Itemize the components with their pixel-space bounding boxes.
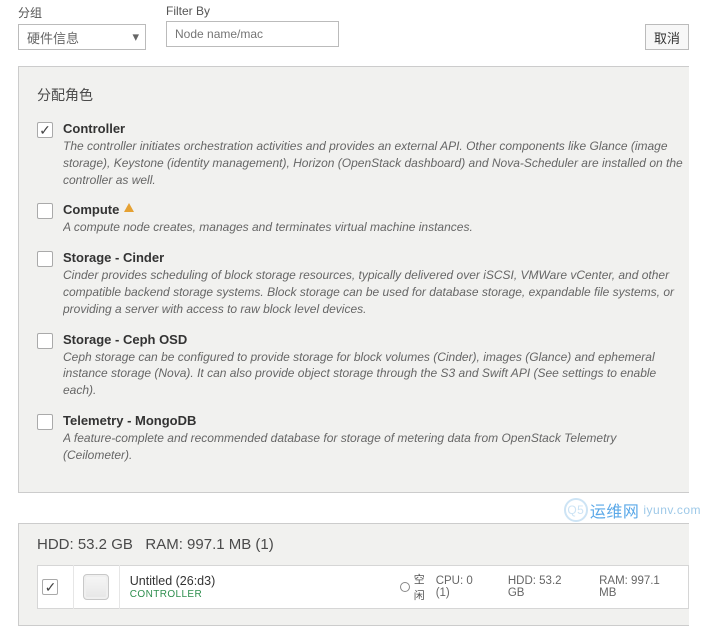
role-item[interactable]: Compute A compute node creates, manages a… <box>37 202 689 236</box>
chevron-down-icon: ▾ <box>132 29 139 45</box>
role-checkbox[interactable] <box>37 203 53 219</box>
group-label: 分组 <box>18 4 146 21</box>
node-stats: CPU: 0 (1) HDD: 53.2 GB RAM: 997.1 MB <box>436 575 688 599</box>
role-checkbox[interactable] <box>37 414 53 430</box>
node-title: Untitled (26:d3) <box>130 574 270 588</box>
role-name: Compute <box>63 202 689 217</box>
warning-icon <box>124 203 134 212</box>
cancel-button[interactable]: 取消 <box>645 24 689 50</box>
role-desc: Ceph storage can be configured to provid… <box>63 349 689 399</box>
watermark: Q5 运维网 iyunv.com <box>564 498 701 522</box>
watermark-domain: iyunv.com <box>643 503 701 517</box>
role-name: Storage - Cinder <box>63 250 689 265</box>
role-checkbox[interactable] <box>37 251 53 267</box>
node-icon-cell <box>74 565 120 609</box>
watermark-text: 运维网 <box>590 498 640 522</box>
status-dot-icon <box>400 582 410 592</box>
role-body: Controller The controller initiates orche… <box>63 121 689 188</box>
node-checkbox[interactable] <box>42 579 58 595</box>
node-filter-input[interactable] <box>166 21 339 47</box>
server-icon <box>83 574 109 600</box>
role-checkbox[interactable] <box>37 122 53 138</box>
role-body: Storage - Cinder Cinder provides scheduli… <box>63 250 689 317</box>
role-item[interactable]: Controller The controller initiates orche… <box>37 121 689 188</box>
assign-roles-panel: 分配角色 Controller The controller initiates … <box>18 66 689 493</box>
summary-ram: RAM: 997.1 MB (1) <box>145 536 273 553</box>
filter-by: Filter By <box>166 4 339 47</box>
role-item[interactable]: Telemetry - MongoDB A feature-complete an… <box>37 413 689 464</box>
group-value: 硬件信息 <box>27 28 79 47</box>
nodes-panel: HDD: 53.2 GB RAM: 997.1 MB (1) Untitled … <box>18 523 689 626</box>
nodes-summary: HDD: 53.2 GB RAM: 997.1 MB (1) <box>37 536 689 553</box>
node-main: Untitled (26:d3) CONTROLLER <box>120 574 280 600</box>
role-name: Telemetry - MongoDB <box>63 413 689 428</box>
node-ram: RAM: 997.1 MB <box>599 575 680 599</box>
node-cpu: CPU: 0 (1) <box>436 575 490 599</box>
role-checkbox[interactable] <box>37 333 53 349</box>
role-name: Controller <box>63 121 689 136</box>
summary-hdd: HDD: 53.2 GB <box>37 536 133 553</box>
node-hdd: HDD: 53.2 GB <box>508 575 581 599</box>
role-desc: Cinder provides scheduling of block stor… <box>63 267 689 317</box>
group-filter: 分组 硬件信息 ▾ <box>18 4 146 50</box>
role-item[interactable]: Storage - Ceph OSD Ceph storage can be co… <box>37 332 689 399</box>
role-item[interactable]: Storage - Cinder Cinder provides scheduli… <box>37 250 689 317</box>
group-select[interactable]: 硬件信息 ▾ <box>18 24 146 50</box>
role-body: Compute A compute node creates, manages a… <box>63 202 689 236</box>
node-status-text: 空闲 <box>414 571 436 603</box>
watermark-icon: Q5 <box>564 498 588 522</box>
filter-by-label: Filter By <box>166 4 339 18</box>
filter-bar: 分组 硬件信息 ▾ Filter By 取消 <box>0 0 707 60</box>
node-row[interactable]: Untitled (26:d3) CONTROLLER 空闲 CPU: 0 (1… <box>37 565 689 609</box>
role-body: Telemetry - MongoDB A feature-complete an… <box>63 413 689 464</box>
node-checkbox-cell[interactable] <box>38 565 74 609</box>
node-status: 空闲 <box>400 571 436 603</box>
role-desc: A compute node creates, manages and term… <box>63 219 689 236</box>
role-name: Storage - Ceph OSD <box>63 332 689 347</box>
node-role-tag: CONTROLLER <box>130 589 270 600</box>
role-desc: The controller initiates orchestration a… <box>63 138 689 188</box>
role-desc: A feature-complete and recommended datab… <box>63 430 689 464</box>
panel-title: 分配角色 <box>37 85 689 105</box>
role-body: Storage - Ceph OSD Ceph storage can be co… <box>63 332 689 399</box>
